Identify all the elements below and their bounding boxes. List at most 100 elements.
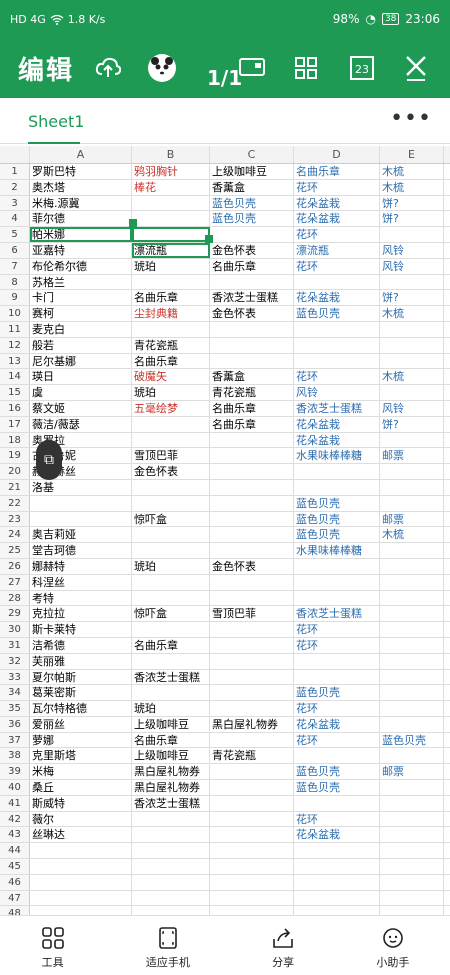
row-number[interactable]: 7 [0, 258, 30, 274]
cell-b[interactable] [132, 827, 210, 843]
selection-handle-top[interactable] [129, 219, 137, 227]
cell-b[interactable]: 惊吓盒 [132, 511, 210, 527]
cell-c[interactable] [210, 843, 294, 859]
cell-d[interactable]: 花朵盆栽 [294, 211, 380, 227]
cell-a[interactable]: 克里斯塔 [30, 748, 132, 764]
row-number[interactable]: 21 [0, 479, 30, 495]
cell-a[interactable]: 卡门 [30, 290, 132, 306]
cell-e[interactable] [380, 622, 444, 637]
cell-b[interactable] [132, 321, 210, 337]
cell-d[interactable]: 花环 [294, 227, 380, 242]
cell-c[interactable] [210, 495, 294, 511]
cell-e[interactable]: 饼? [380, 290, 444, 306]
row-number[interactable]: 5 [0, 227, 30, 242]
cell-c[interactable] [210, 353, 294, 369]
cell-c[interactable] [210, 543, 294, 558]
cell-d[interactable]: 漂流瓶 [294, 242, 380, 258]
cell-d[interactable]: 蓝色贝壳 [294, 780, 380, 795]
cell-b[interactable]: 上级咖啡豆 [132, 748, 210, 764]
cell-a[interactable]: 麦克白 [30, 321, 132, 337]
row-number[interactable]: 27 [0, 574, 30, 590]
cell-a[interactable]: 米梅.源冀 [30, 195, 132, 211]
more-options-icon[interactable]: ••• [390, 106, 432, 131]
cell-d[interactable]: 花朵盆栽 [294, 432, 380, 448]
row-number[interactable]: 24 [0, 527, 30, 543]
cell-d[interactable] [294, 859, 380, 874]
cell-e[interactable] [380, 337, 444, 353]
cell-a[interactable]: 娜赫特 [30, 558, 132, 574]
cell-b[interactable]: 香浓芝士蛋糕 [132, 669, 210, 685]
cell-d[interactable]: 花朵盆栽 [294, 290, 380, 306]
cell-d[interactable]: 蓝色贝壳 [294, 764, 380, 780]
cell-b[interactable] [132, 479, 210, 495]
cell-c[interactable] [210, 479, 294, 495]
row-number[interactable]: 12 [0, 337, 30, 353]
cell-d[interactable]: 花环 [294, 369, 380, 385]
cell-b[interactable]: 漂流瓶 [132, 242, 210, 258]
cell-e[interactable] [380, 385, 444, 400]
cell-e[interactable] [380, 685, 444, 701]
cell-a[interactable]: 米梅 [30, 764, 132, 780]
row-number[interactable]: 11 [0, 321, 30, 337]
cell-c[interactable] [210, 464, 294, 479]
row-number[interactable]: 2 [0, 179, 30, 195]
row-number[interactable]: 23 [0, 511, 30, 527]
row-number[interactable]: 16 [0, 400, 30, 416]
cell-a[interactable]: 爱丽丝 [30, 716, 132, 732]
cell-d[interactable] [294, 321, 380, 337]
row-number[interactable]: 26 [0, 558, 30, 574]
cell-b[interactable]: 雪顶巴菲 [132, 448, 210, 464]
cell-b[interactable]: 五毫绘梦 [132, 400, 210, 416]
cell-a[interactable]: 葛莱密斯 [30, 685, 132, 701]
cell-e[interactable] [380, 464, 444, 479]
row-number[interactable]: 3 [0, 195, 30, 211]
cell-b[interactable] [132, 874, 210, 890]
row-number[interactable]: 6 [0, 242, 30, 258]
cell-e[interactable]: 饼? [380, 211, 444, 227]
cell-b[interactable] [132, 274, 210, 290]
screen-icon[interactable] [236, 52, 268, 84]
cell-b[interactable] [132, 653, 210, 669]
cell-a[interactable] [30, 859, 132, 874]
cell-b[interactable] [132, 543, 210, 558]
cell-a[interactable]: 洁希德 [30, 637, 132, 653]
cell-d[interactable] [294, 337, 380, 353]
calendar-icon[interactable]: 23 [346, 52, 378, 84]
cell-e[interactable]: 木梳 [380, 369, 444, 385]
cell-c[interactable] [210, 227, 294, 242]
cell-c[interactable]: 金色怀表 [210, 558, 294, 574]
cell-e[interactable]: 风铃 [380, 258, 444, 274]
row-number[interactable]: 19 [0, 448, 30, 464]
cell-b[interactable]: 琥珀 [132, 558, 210, 574]
cell-e[interactable] [380, 827, 444, 843]
cell-e[interactable]: 饼? [380, 416, 444, 432]
cell-d[interactable] [294, 574, 380, 590]
cell-a[interactable]: 蔡文姬 [30, 400, 132, 416]
cell-d[interactable]: 花环 [294, 622, 380, 637]
cell-e[interactable]: 邮票 [380, 764, 444, 780]
cell-c[interactable] [210, 653, 294, 669]
row-number[interactable]: 25 [0, 543, 30, 558]
cell-e[interactable] [380, 748, 444, 764]
cell-e[interactable] [380, 653, 444, 669]
cell-d[interactable] [294, 479, 380, 495]
cell-c[interactable] [210, 827, 294, 843]
cell-c[interactable]: 名曲乐章 [210, 416, 294, 432]
cell-a[interactable]: 尼尔基娜 [30, 353, 132, 369]
cell-d[interactable] [294, 558, 380, 574]
row-number[interactable]: 15 [0, 385, 30, 400]
cell-c[interactable] [210, 701, 294, 716]
cell-c[interactable] [210, 890, 294, 906]
column-header-a[interactable]: A [30, 146, 132, 163]
grid-icon[interactable] [290, 52, 322, 84]
cell-e[interactable]: 木梳 [380, 179, 444, 195]
cell-e[interactable] [380, 780, 444, 795]
cell-c[interactable]: 香薰盒 [210, 369, 294, 385]
column-header-e[interactable]: E [380, 146, 444, 163]
cell-b[interactable]: 惊吓盒 [132, 606, 210, 622]
cell-a[interactable]: 罗斯巴特 [30, 164, 132, 179]
cell-e[interactable] [380, 590, 444, 606]
cell-b[interactable] [132, 590, 210, 606]
cell-e[interactable]: 木梳 [380, 164, 444, 179]
cell-d[interactable] [294, 748, 380, 764]
